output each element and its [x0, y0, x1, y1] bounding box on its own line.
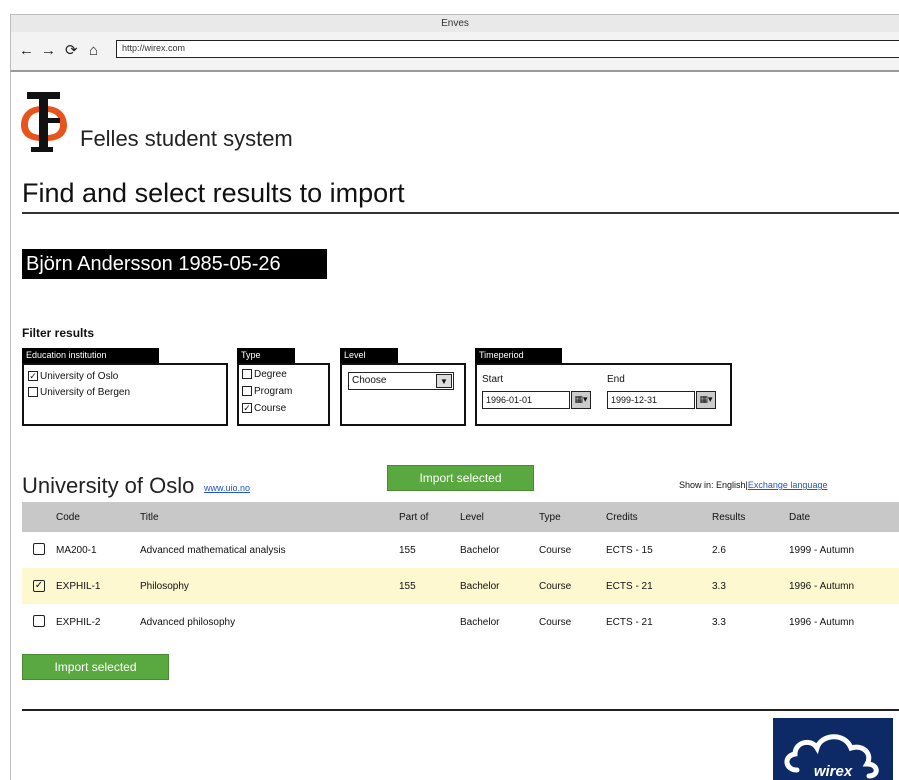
cell-code: EXPHIL-2 — [56, 616, 101, 628]
show-in-label: Show in: English — [679, 480, 746, 490]
cell-part-of — [399, 604, 460, 640]
calendar-icon[interactable]: ▦▾ — [696, 391, 716, 409]
cell-code: MA200-1 — [56, 544, 97, 556]
back-arrow-icon[interactable]: ← — [19, 42, 34, 60]
cell-credits: ECTS - 21 — [606, 568, 712, 604]
option-label: University of Bergen — [40, 387, 131, 398]
type-filter-label: Type — [237, 348, 295, 363]
student-banner: Björn Andersson 1985-05-26 — [22, 249, 327, 279]
language-switcher: Show in: English|Exchange language — [679, 480, 827, 490]
cell-level: Bachelor — [460, 568, 539, 604]
cell-level: Bachelor — [460, 544, 500, 556]
type-option-program[interactable]: Program — [242, 386, 292, 397]
title-divider — [22, 212, 899, 214]
option-label: Degree — [254, 369, 287, 380]
column-header-type[interactable]: Type — [539, 502, 606, 532]
import-selected-button-bottom[interactable]: Import selected — [22, 654, 169, 680]
option-label: Program — [254, 386, 293, 397]
cell-part-of: 155 — [399, 568, 460, 604]
type-filter: Degree Program ✓ Course — [237, 363, 330, 426]
select-column-header — [22, 502, 56, 532]
table-row[interactable]: ✓ EXPHIL-1 Philosophy 155 Bachelor Cours… — [22, 568, 899, 604]
browser-toolbar: ← → ⟳ ⌂ http://wirex.com — [10, 32, 899, 72]
checkbox[interactable]: ✓ — [242, 403, 252, 414]
checkbox[interactable] — [242, 386, 252, 397]
reload-icon[interactable]: ⟳ — [65, 42, 78, 60]
cell-code: EXPHIL-1 — [56, 568, 140, 604]
type-option-degree[interactable]: Degree — [242, 369, 287, 380]
wirex-logo: wirex — [773, 718, 893, 780]
filter-heading: Filter results — [22, 326, 95, 340]
institution-filter: ✓ University of Oslo University of Bergen — [22, 363, 228, 426]
institution-website-link[interactable]: www.uio.no — [204, 483, 250, 493]
row-checkbox[interactable] — [33, 614, 45, 627]
cell-title: Advanced philosophy — [140, 616, 236, 628]
end-label: End — [607, 374, 625, 385]
level-select[interactable]: Choose ▼ — [348, 372, 454, 390]
fs-logo-icon — [21, 92, 67, 152]
page-border — [10, 72, 11, 780]
column-header-code[interactable]: Code — [56, 502, 140, 532]
address-bar[interactable]: http://wirex.com — [116, 40, 899, 58]
option-label: Course — [254, 403, 287, 414]
home-icon[interactable]: ⌂ — [89, 42, 98, 60]
cell-result: 2.6 — [712, 544, 726, 556]
type-option-course[interactable]: ✓ Course — [242, 403, 286, 414]
forward-arrow-icon[interactable]: → — [41, 42, 56, 60]
cell-title: Advanced mathematical analysis — [140, 544, 286, 556]
checkbox[interactable]: ✓ — [28, 371, 38, 382]
level-filter-label: Level — [340, 348, 398, 363]
timeperiod-filter-label: Timeperiod — [475, 348, 562, 363]
cell-type: Course — [539, 568, 606, 604]
cloud-icon: wirex — [784, 734, 879, 780]
column-header-results[interactable]: Results — [712, 502, 789, 532]
window-title: Enves — [441, 18, 469, 29]
column-header-date[interactable]: Date — [789, 502, 899, 532]
checkbox[interactable] — [28, 387, 38, 398]
column-header-part-of[interactable]: Part of — [399, 502, 460, 532]
cell-result: 3.3 — [712, 568, 789, 604]
column-header-credits[interactable]: Credits — [606, 502, 712, 532]
exchange-language-link[interactable]: Exchange language — [748, 480, 828, 490]
column-header-title[interactable]: Title — [140, 502, 399, 532]
start-date-input[interactable]: 1996-01-01 — [482, 391, 570, 409]
cell-date: 1996 - Autumn — [789, 568, 899, 604]
end-date-input[interactable]: 1999-12-31 — [607, 391, 695, 409]
institution-heading: University of Oslo — [22, 473, 195, 498]
institution-filter-label: Education institution — [22, 348, 159, 363]
option-label: University of Oslo — [40, 371, 119, 382]
cell-type: Course — [539, 616, 572, 628]
cell-credits: ECTS - 21 — [606, 616, 653, 628]
app-name: Felles student system — [80, 126, 293, 151]
cell-level: Bachelor — [460, 616, 500, 628]
table-row[interactable]: MA200-1 Advanced mathematical analysis 1… — [22, 532, 899, 568]
import-selected-button-top[interactable]: Import selected — [387, 465, 534, 491]
start-label: Start — [482, 374, 504, 385]
calendar-icon[interactable]: ▦▾ — [571, 391, 591, 409]
cell-date: 1999 - Autumn — [789, 544, 855, 556]
window-titlebar: Enves — [10, 14, 899, 32]
cell-result: 3.3 — [712, 616, 726, 628]
institution-option-oslo[interactable]: ✓ University of Oslo — [28, 371, 118, 382]
results-table: Code Title Part of Level Type Credits Re… — [22, 502, 899, 640]
row-checkbox[interactable] — [33, 542, 45, 555]
row-checkbox[interactable]: ✓ — [33, 580, 45, 592]
cell-date: 1996 - Autumn — [789, 616, 855, 628]
chevron-down-icon[interactable]: ▼ — [436, 374, 452, 388]
footer-divider — [22, 709, 899, 711]
logo-text: wirex — [814, 763, 853, 780]
cell-type: Course — [539, 544, 572, 556]
level-select-value: Choose — [352, 375, 387, 386]
timeperiod-filter: Start 1996-01-01 ▦▾ End 1999-12-31 ▦▾ — [475, 363, 732, 426]
checkbox[interactable] — [242, 369, 252, 380]
cell-credits: ECTS - 15 — [606, 544, 653, 556]
cell-part-of: 155 — [399, 544, 416, 556]
level-filter: Choose ▼ — [340, 363, 466, 426]
page-title: Find and select results to import — [22, 178, 405, 208]
column-header-level[interactable]: Level — [460, 502, 539, 532]
table-header: Code Title Part of Level Type Credits Re… — [22, 502, 899, 532]
cell-title: Philosophy — [140, 568, 399, 604]
institution-option-bergen[interactable]: University of Bergen — [28, 387, 130, 398]
table-row[interactable]: EXPHIL-2 Advanced philosophy Bachelor Co… — [22, 604, 899, 640]
